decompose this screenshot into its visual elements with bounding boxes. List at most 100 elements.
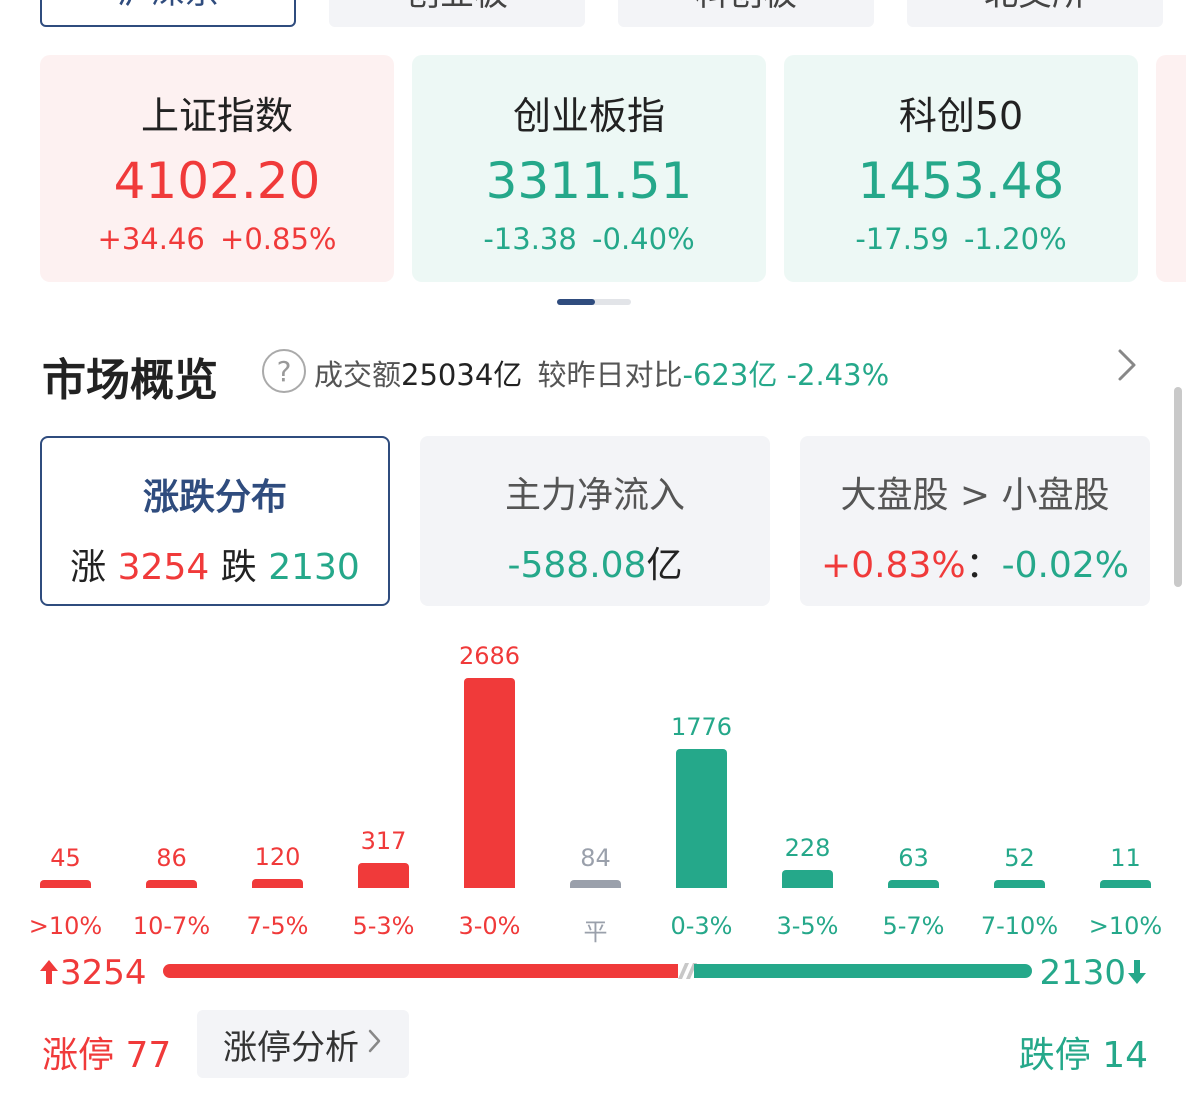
chart-bar-value: 2686: [458, 642, 521, 670]
chart-bar-value: 63: [898, 844, 929, 872]
flow-value: -588.08: [507, 545, 647, 586]
fall-count-value: 2130: [1039, 953, 1126, 993]
stat-value: 涨 3254 跌 2130: [70, 538, 360, 590]
help-icon[interactable]: ?: [262, 349, 306, 393]
chart-category-label: 3-5%: [776, 912, 839, 940]
limit-down-value: 14: [1102, 1035, 1148, 1076]
chart-category-label: 7-5%: [246, 912, 309, 940]
chart-category-label: >10%: [28, 912, 103, 940]
fall-ratio-bar: [694, 964, 1032, 978]
help-glyph: ?: [276, 354, 292, 388]
limit-up-count: 涨停 77: [42, 1026, 171, 1078]
stat-title: 涨跌分布: [142, 477, 287, 518]
chart-bar: [252, 878, 303, 888]
scrollbar[interactable]: [1174, 387, 1182, 587]
index-card-star50[interactable]: 科创50 1453.48 -17.59 -1.20%: [784, 55, 1138, 282]
chart-bar-value: 228: [784, 834, 831, 863]
carousel-indicator: [557, 299, 631, 305]
tab-label: 创业板: [406, 0, 508, 15]
stat-card-distribution[interactable]: 涨跌分布 涨 3254 跌 2130: [40, 436, 390, 606]
fall-count: 2130: [1039, 953, 1148, 993]
chart-bar-value: 1776: [670, 713, 733, 742]
chart-category-label: 3-0%: [458, 912, 521, 940]
carousel-indicator-active: [557, 299, 595, 305]
chart-bar: [570, 880, 621, 888]
turnover-label: 成交额: [314, 358, 402, 392]
tab-label: 沪深京: [117, 0, 219, 13]
chart-category-label: 5-3%: [352, 912, 415, 940]
index-card-shanghai[interactable]: 上证指数 4102.20 +34.46 +0.85%: [40, 55, 394, 282]
section-title: 市场概览: [42, 355, 218, 406]
analysis-label: 涨停分析: [223, 1027, 359, 1068]
index-change: -17.59 -1.20%: [855, 222, 1067, 256]
index-card-next-partial[interactable]: [1156, 55, 1186, 282]
chart-bar-value: 11: [1110, 844, 1141, 872]
chevron-right-icon: [367, 1024, 383, 1064]
index-card-chinext[interactable]: 创业板指 3311.51 -13.38 -0.40%: [412, 55, 766, 282]
index-value: 4102.20: [113, 152, 321, 210]
flow-unit: 亿: [646, 545, 683, 586]
chart-bar-value: 317: [360, 827, 407, 856]
chart-category-label: 5-7%: [882, 912, 945, 940]
down-count: 2130: [268, 547, 360, 588]
limit-up-value: 77: [125, 1035, 172, 1076]
chart-category-label: 7-10%: [980, 912, 1059, 940]
chart-bar: [40, 880, 91, 888]
stat-value: +0.83%：-0.02%: [821, 536, 1129, 588]
stat-title: 主力净流入: [504, 475, 685, 516]
large-cap-change: +0.83%: [821, 545, 966, 586]
index-value: 1453.48: [857, 152, 1065, 210]
stat-value: -588.08亿: [508, 536, 683, 588]
chart-bar: [464, 678, 515, 888]
chart-bar-value: 120: [254, 842, 301, 871]
chart-bar-value: 52: [1004, 844, 1035, 872]
limit-down-count: 跌停 14: [1019, 1026, 1148, 1078]
tab-label: 科创板: [695, 0, 797, 15]
chart-bar: [676, 749, 727, 888]
chart-category-label: >10%: [1088, 912, 1163, 940]
compare-value: -623亿 -2.43%: [682, 358, 890, 392]
chevron-right-icon[interactable]: [1114, 345, 1140, 395]
chart-category-label: 0-3%: [670, 912, 733, 940]
chart-category-label: 平: [583, 918, 608, 946]
chart-bar: [994, 880, 1045, 888]
small-cap-change: -0.02%: [1001, 545, 1129, 586]
stat-card-main-flow[interactable]: 主力净流入 -588.08亿: [420, 436, 770, 606]
turnover-info: 成交额25034亿 较昨日对比-623亿 -2.43%: [314, 352, 889, 394]
rise-ratio-bar: [163, 964, 678, 978]
chart-bar-value: 84: [580, 844, 611, 872]
tab-beijiaosuo[interactable]: 北交所: [907, 0, 1163, 27]
tab-kechuangban[interactable]: 科创板: [618, 0, 874, 27]
chart-bar-value: 86: [156, 844, 187, 872]
tab-chuangyeban[interactable]: 创业板: [329, 0, 585, 27]
limit-up-label: 涨停: [42, 1035, 115, 1076]
chart-bar: [888, 880, 939, 888]
limit-down-label: 跌停: [1018, 1035, 1091, 1076]
cap-separator: ：: [965, 545, 1002, 586]
chart-bar: [358, 863, 409, 888]
index-name: 上证指数: [140, 94, 293, 138]
tab-hushenjing[interactable]: 沪深京: [40, 0, 296, 27]
chart-bar: [1100, 880, 1151, 888]
rise-count-value: 3254: [60, 953, 147, 993]
index-name: 科创50: [898, 94, 1024, 138]
tab-label: 北交所: [984, 0, 1086, 15]
chart-bar: [146, 880, 197, 888]
turnover-value: 25034亿: [401, 358, 523, 392]
rise-count: 3254: [38, 953, 147, 993]
stat-card-cap-compare[interactable]: 大盘股 > 小盘股 +0.83%：-0.02%: [800, 436, 1150, 606]
index-value: 3311.51: [485, 152, 693, 210]
up-label: 涨: [70, 547, 107, 588]
chart-category-label: 10-7%: [132, 912, 211, 940]
index-change: -13.38 -0.40%: [483, 222, 695, 256]
arrow-up-icon: [40, 960, 58, 984]
index-change: +34.46 +0.85%: [97, 222, 337, 256]
chart-bar: [782, 870, 833, 888]
limit-up-analysis-button[interactable]: 涨停分析: [197, 1010, 409, 1078]
stat-title: 大盘股 > 小盘股: [840, 475, 1110, 516]
index-name: 创业板指: [512, 94, 665, 138]
chart-bar-value: 45: [50, 844, 81, 872]
arrow-down-icon: [1128, 960, 1146, 984]
up-count: 3254: [117, 547, 210, 588]
down-label: 跌: [220, 547, 257, 588]
